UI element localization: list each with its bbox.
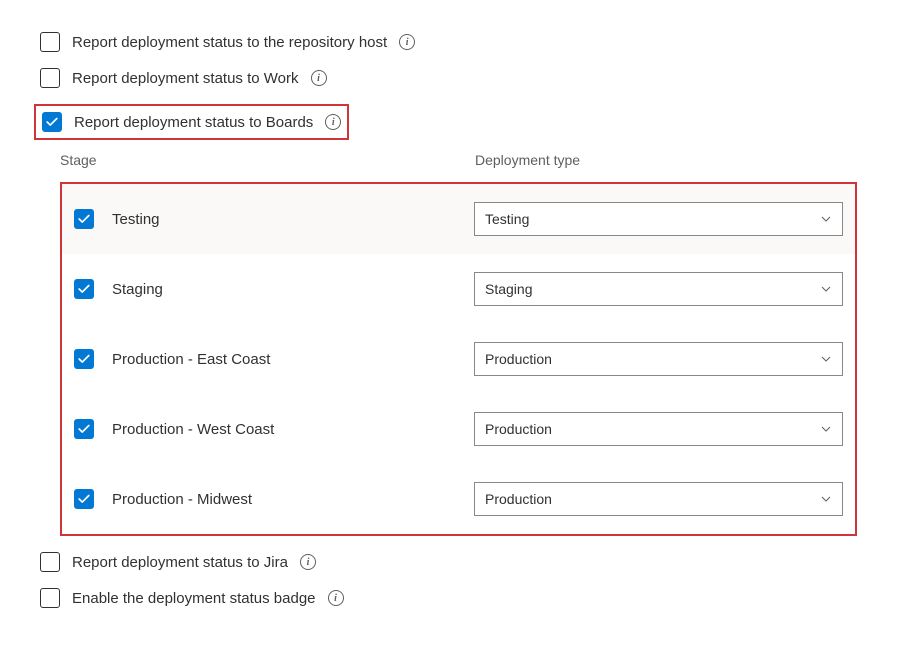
option-repo-host: Report deployment status to the reposito… [40,32,857,52]
check-icon [77,422,91,436]
chevron-down-icon [820,423,832,435]
checkbox-stage-prod-midwest[interactable] [74,489,94,509]
dropdown-value: Production [485,421,552,437]
chevron-down-icon [820,493,832,505]
checkbox-stage-staging[interactable] [74,279,94,299]
dropdown-deployment-type[interactable]: Production [474,482,843,516]
stage-row: Production - East Coast Production [62,324,855,394]
check-icon [45,115,59,129]
option-boards: Report deployment status to Boards i [42,112,341,132]
chevron-down-icon [820,353,832,365]
checkbox-boards[interactable] [42,112,62,132]
stages-header: Stage Deployment type [60,152,857,168]
checkbox-badge[interactable] [40,588,60,608]
dropdown-deployment-type[interactable]: Production [474,412,843,446]
dropdown-value: Production [485,491,552,507]
stage-row-left: Staging [74,279,474,299]
column-header-stage: Stage [60,152,475,168]
checkbox-stage-testing[interactable] [74,209,94,229]
checkbox-jira[interactable] [40,552,60,572]
option-jira: Report deployment status to Jira i [40,552,857,572]
highlight-stages-table: Testing Testing Staging Staging [60,182,857,536]
dropdown-deployment-type[interactable]: Staging [474,272,843,306]
chevron-down-icon [820,213,832,225]
dropdown-value: Staging [485,281,532,297]
info-icon[interactable]: i [399,34,415,50]
stage-name: Production - West Coast [112,421,274,438]
checkbox-repo-host[interactable] [40,32,60,52]
checkbox-stage-prod-east[interactable] [74,349,94,369]
check-icon [77,212,91,226]
checkbox-stage-prod-west[interactable] [74,419,94,439]
option-label-badge: Enable the deployment status badge [72,590,316,607]
check-icon [77,492,91,506]
dropdown-value: Testing [485,211,529,227]
info-icon[interactable]: i [325,114,341,130]
stage-row: Production - Midwest Production [62,464,855,534]
highlight-boards: Report deployment status to Boards i [34,104,349,140]
stages-section: Stage Deployment type Testing Testing St… [60,152,857,536]
stage-row: Staging Staging [62,254,855,324]
column-header-deployment-type: Deployment type [475,152,857,168]
stage-row-left: Production - East Coast [74,349,474,369]
info-icon[interactable]: i [328,590,344,606]
option-label-repo-host: Report deployment status to the reposito… [72,34,387,51]
stage-name: Staging [112,281,163,298]
stage-row: Production - West Coast Production [62,394,855,464]
option-badge: Enable the deployment status badge i [40,588,857,608]
info-icon[interactable]: i [300,554,316,570]
option-label-work: Report deployment status to Work [72,70,299,87]
stage-row-left: Production - West Coast [74,419,474,439]
dropdown-value: Production [485,351,552,367]
stage-row-left: Production - Midwest [74,489,474,509]
option-work: Report deployment status to Work i [40,68,857,88]
dropdown-deployment-type[interactable]: Testing [474,202,843,236]
check-icon [77,282,91,296]
checkbox-work[interactable] [40,68,60,88]
stage-row-left: Testing [74,209,474,229]
stage-name: Production - Midwest [112,491,252,508]
stage-name: Testing [112,211,160,228]
chevron-down-icon [820,283,832,295]
stage-name: Production - East Coast [112,351,270,368]
option-label-jira: Report deployment status to Jira [72,554,288,571]
option-label-boards: Report deployment status to Boards [74,114,313,131]
stage-row: Testing Testing [62,184,855,254]
check-icon [77,352,91,366]
info-icon[interactable]: i [311,70,327,86]
dropdown-deployment-type[interactable]: Production [474,342,843,376]
